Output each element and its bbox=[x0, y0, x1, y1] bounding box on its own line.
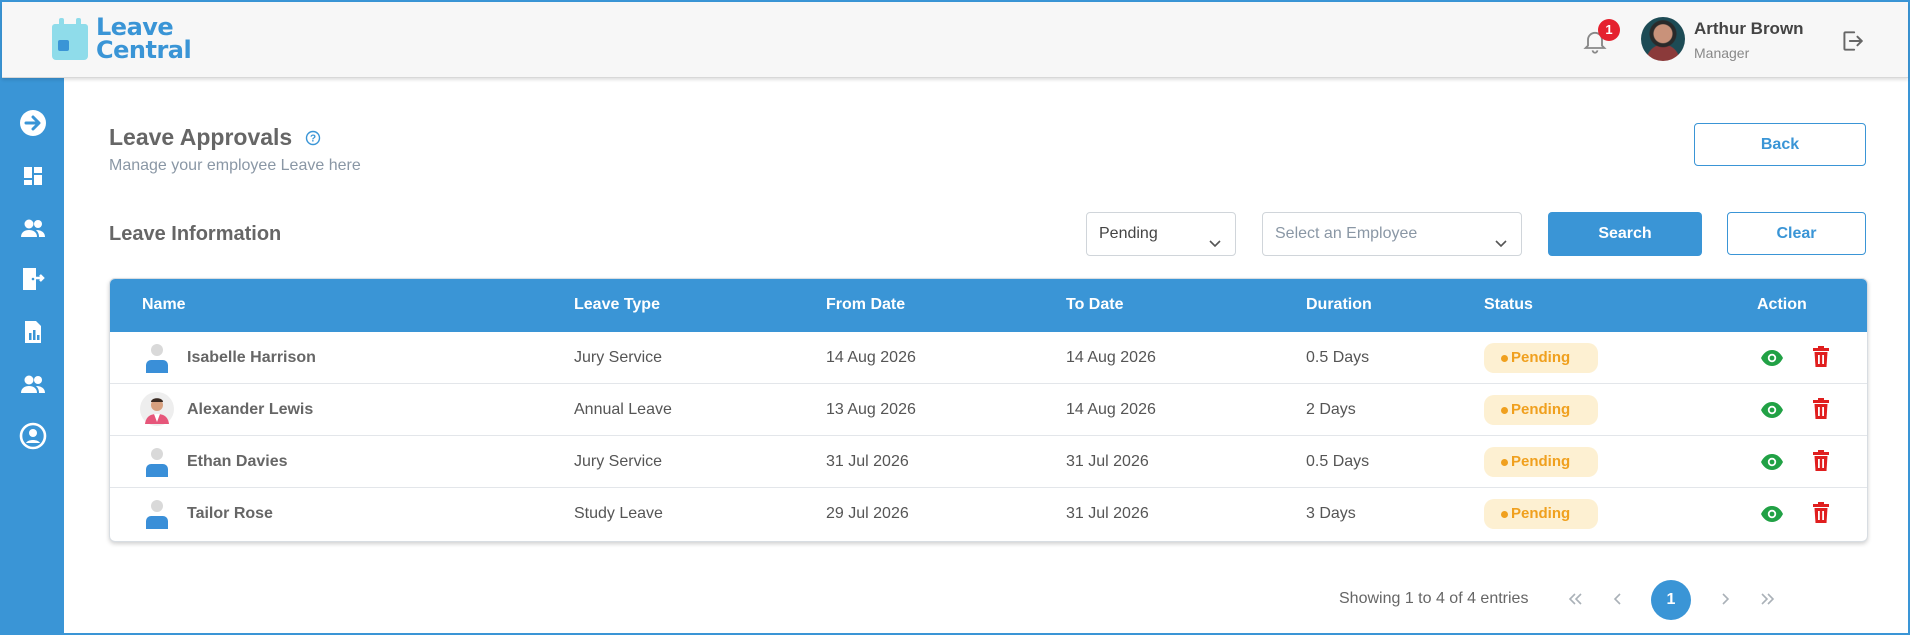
default-avatar-icon bbox=[140, 444, 174, 478]
help-icon[interactable]: ? bbox=[305, 130, 321, 146]
view-eye-icon[interactable] bbox=[1760, 503, 1784, 525]
svg-text:?: ? bbox=[310, 134, 316, 145]
page-subtitle: Manage your employee Leave here bbox=[109, 157, 361, 174]
logo-text: Leave Central bbox=[96, 15, 192, 64]
status-select[interactable]: Pending bbox=[1086, 212, 1236, 256]
column-header-status[interactable]: Status bbox=[1484, 296, 1533, 314]
table-row: Ethan Davies Jury Service 31 Jul 2026 31… bbox=[110, 436, 1867, 488]
user-avatar[interactable] bbox=[1641, 17, 1685, 61]
leave-type: Study Leave bbox=[574, 505, 663, 522]
section-title: Leave Information bbox=[109, 223, 282, 245]
pagination-summary: Showing 1 to 4 of 4 entries bbox=[1339, 590, 1529, 607]
status-badge: Pending bbox=[1484, 499, 1598, 529]
top-header: Leave Central 1 Arthur Brown Manager bbox=[2, 2, 1908, 78]
delete-trash-icon[interactable] bbox=[1812, 398, 1830, 420]
from-date: 31 Jul 2026 bbox=[826, 453, 909, 470]
default-avatar-icon bbox=[140, 496, 174, 530]
column-header-from-date[interactable]: From Date bbox=[826, 296, 905, 314]
table-row: Alexander Lewis Annual Leave 13 Aug 2026… bbox=[110, 384, 1867, 436]
account-circle-icon[interactable] bbox=[19, 422, 47, 450]
column-header-leave-type[interactable]: Leave Type bbox=[574, 296, 660, 314]
users-icon[interactable] bbox=[19, 214, 47, 242]
employee-name: Ethan Davies bbox=[187, 453, 288, 470]
user-name: Arthur Brown bbox=[1694, 19, 1804, 38]
table-row: Tailor Rose Study Leave 29 Jul 2026 31 J… bbox=[110, 488, 1867, 540]
user-role: Manager bbox=[1694, 45, 1750, 61]
leave-table: Name Leave Type From Date To Date Durati… bbox=[109, 278, 1868, 542]
delete-trash-icon[interactable] bbox=[1812, 346, 1830, 368]
status-badge: Pending bbox=[1484, 343, 1598, 373]
table-row: Isabelle Harrison Jury Service 14 Aug 20… bbox=[110, 332, 1867, 384]
column-header-name[interactable]: Name bbox=[142, 296, 186, 314]
view-eye-icon[interactable] bbox=[1760, 451, 1784, 473]
delete-trash-icon[interactable] bbox=[1812, 450, 1830, 472]
view-eye-icon[interactable] bbox=[1760, 347, 1784, 369]
status-select-value: Pending bbox=[1099, 225, 1158, 242]
table-header: Name Leave Type From Date To Date Durati… bbox=[110, 279, 1867, 332]
page-1-button[interactable]: 1 bbox=[1651, 580, 1691, 620]
to-date: 14 Aug 2026 bbox=[1066, 349, 1156, 366]
employee-name: Alexander Lewis bbox=[187, 401, 314, 418]
view-eye-icon[interactable] bbox=[1760, 399, 1784, 421]
sidebar bbox=[2, 78, 64, 633]
dashboard-icon[interactable] bbox=[19, 162, 47, 190]
from-date: 13 Aug 2026 bbox=[826, 401, 916, 418]
employee-select-placeholder: Select an Employee bbox=[1275, 225, 1418, 242]
calendar-logo-icon bbox=[50, 16, 90, 62]
employee-photo-avatar bbox=[140, 392, 174, 426]
duration: 3 Days bbox=[1306, 505, 1356, 522]
logout-icon[interactable] bbox=[1839, 28, 1865, 54]
chevron-down-icon bbox=[1207, 226, 1223, 248]
leave-door-icon[interactable] bbox=[19, 265, 47, 293]
notification-count-badge: 1 bbox=[1598, 19, 1620, 41]
to-date: 31 Jul 2026 bbox=[1066, 453, 1149, 470]
employee-name: Isabelle Harrison bbox=[187, 349, 316, 366]
employee-select[interactable]: Select an Employee bbox=[1262, 212, 1522, 256]
clear-button[interactable]: Clear bbox=[1727, 212, 1866, 255]
team-icon[interactable] bbox=[19, 370, 47, 398]
from-date: 14 Aug 2026 bbox=[826, 349, 916, 366]
to-date: 31 Jul 2026 bbox=[1066, 505, 1149, 522]
leave-type: Jury Service bbox=[574, 349, 663, 366]
leave-type: Jury Service bbox=[574, 453, 663, 470]
logo-line-2: Central bbox=[96, 36, 192, 64]
to-date: 14 Aug 2026 bbox=[1066, 401, 1156, 418]
next-page-icon[interactable] bbox=[1716, 588, 1736, 610]
previous-page-icon[interactable] bbox=[1607, 588, 1627, 610]
chevron-down-icon bbox=[1493, 226, 1509, 248]
from-date: 29 Jul 2026 bbox=[826, 505, 909, 522]
leave-type: Annual Leave bbox=[574, 401, 672, 418]
delete-trash-icon[interactable] bbox=[1812, 502, 1830, 524]
employee-name: Tailor Rose bbox=[187, 505, 273, 522]
duration: 2 Days bbox=[1306, 401, 1356, 418]
back-button[interactable]: Back bbox=[1694, 123, 1866, 166]
page-title: Leave Approvals bbox=[109, 124, 293, 150]
duration: 0.5 Days bbox=[1306, 453, 1370, 470]
status-badge: Pending bbox=[1484, 447, 1598, 477]
column-header-duration[interactable]: Duration bbox=[1306, 296, 1372, 314]
app-logo[interactable]: Leave Central bbox=[50, 15, 192, 64]
search-button[interactable]: Search bbox=[1548, 212, 1702, 256]
first-page-icon[interactable] bbox=[1565, 588, 1585, 610]
report-icon[interactable] bbox=[19, 318, 47, 346]
status-badge: Pending bbox=[1484, 395, 1598, 425]
column-header-to-date[interactable]: To Date bbox=[1066, 296, 1123, 314]
arrow-right-circle-icon[interactable] bbox=[19, 109, 47, 137]
default-avatar-icon bbox=[140, 340, 174, 374]
last-page-icon[interactable] bbox=[1758, 588, 1778, 610]
column-header-action: Action bbox=[1757, 296, 1807, 313]
duration: 0.5 Days bbox=[1306, 349, 1370, 366]
